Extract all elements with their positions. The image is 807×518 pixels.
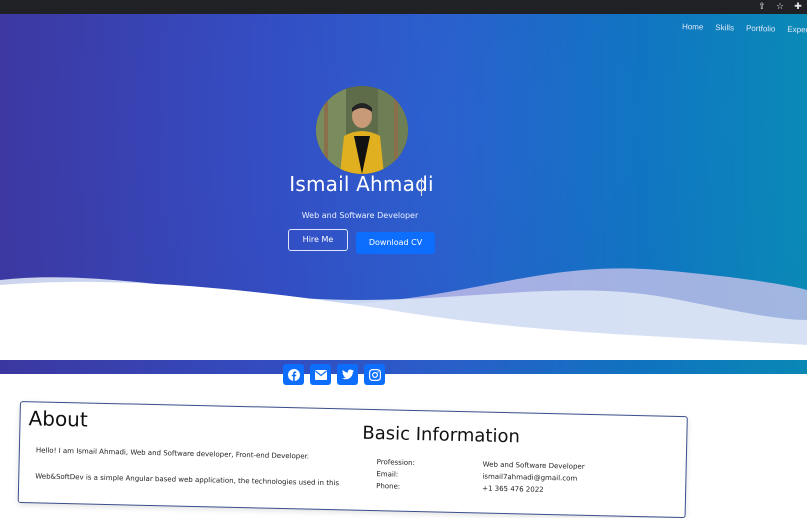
top-nav: Home Skills Portfolio Experience [682, 22, 807, 35]
basic-info-title: Basic Information [362, 422, 521, 448]
download-cv-button[interactable]: Download CV [356, 232, 435, 254]
facebook-link[interactable] [283, 364, 304, 385]
about-paragraph-1: Hello! I am Ismail Ahmadi, Web and Softw… [35, 446, 310, 461]
info-label: Email: [376, 470, 399, 479]
profile-name: Ismail Ahmadi [289, 172, 434, 196]
twitter-link[interactable] [337, 364, 358, 385]
info-row-profession: Profession: Web and Software Developer [376, 458, 677, 471]
info-value[interactable]: ismail7ahmadi@gmail.com [482, 473, 577, 483]
about-title: About [28, 406, 89, 432]
browser-toolbar: ⇪ ☆ ✚ [0, 0, 807, 14]
profile-subtitle: Web and Software Developer [301, 211, 419, 220]
nav-home[interactable]: Home [682, 22, 704, 32]
facebook-icon [287, 368, 300, 381]
email-link[interactable] [310, 364, 331, 385]
instagram-icon [368, 368, 381, 381]
about-card: About Hello! I am Ismail Ahmadi, Web and… [17, 401, 688, 518]
email-icon [314, 369, 327, 380]
hero-wave [0, 268, 807, 360]
star-icon[interactable]: ☆ [775, 1, 785, 13]
info-value: Web and Software Developer [482, 460, 585, 471]
instagram-link[interactable] [364, 364, 385, 385]
social-links [283, 364, 385, 385]
info-label: Phone: [376, 482, 401, 491]
info-row-phone: Phone: +1 365 476 2022 [376, 482, 676, 494]
share-icon[interactable]: ⇪ [757, 1, 767, 13]
extensions-icon[interactable]: ✚ [793, 1, 803, 13]
nav-experience[interactable]: Experience [787, 25, 807, 35]
text-cursor [421, 178, 422, 196]
nav-skills[interactable]: Skills [715, 23, 734, 32]
info-label: Profession: [376, 458, 415, 467]
info-row-email: Email: ismail7ahmadi@gmail.com [376, 470, 677, 483]
hire-me-button[interactable]: Hire Me [288, 229, 348, 251]
info-value: +1 365 476 2022 [482, 484, 544, 494]
about-paragraph-2: Web&SoftDev is a simple Angular based we… [35, 472, 340, 488]
profile-avatar [316, 86, 408, 174]
nav-portfolio[interactable]: Portfolio [745, 24, 775, 34]
twitter-icon [341, 369, 354, 380]
